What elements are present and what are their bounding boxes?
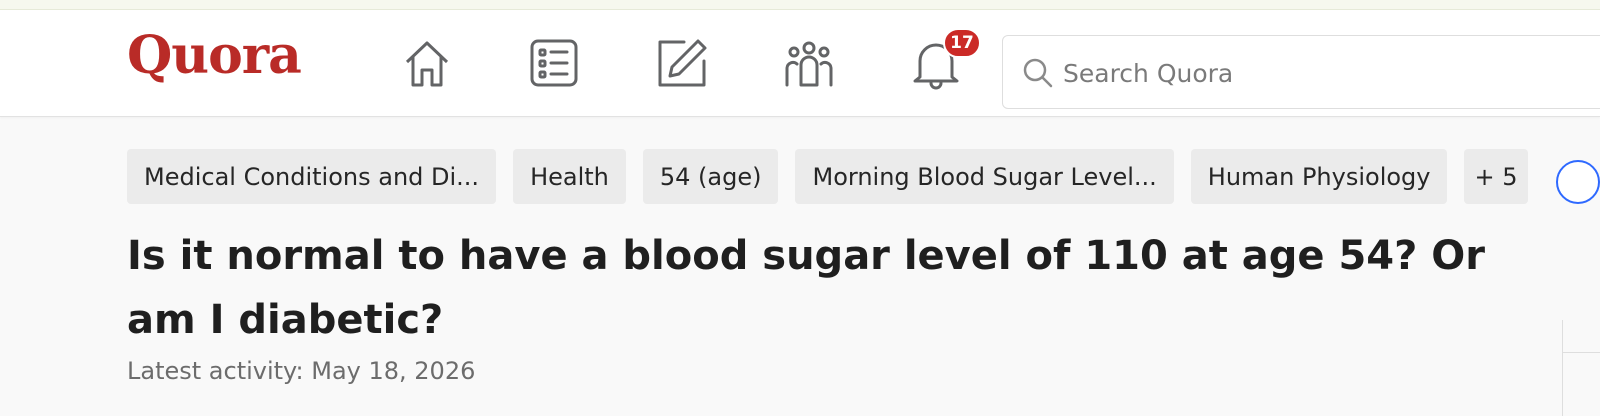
top-navigation-bar: Quora 17 Search Quora	[0, 10, 1600, 117]
spaces-people-icon[interactable]	[781, 35, 837, 91]
notification-count-badge: 17	[943, 28, 981, 58]
more-topics-button[interactable]: + 5	[1464, 149, 1528, 204]
topic-tag[interactable]: Morning Blood Sugar Level...	[795, 149, 1174, 204]
sidebar-panel-edge	[1562, 320, 1600, 416]
search-icon	[1023, 58, 1053, 88]
home-icon[interactable]	[399, 35, 455, 91]
sidebar-avatar-partial[interactable]	[1556, 160, 1600, 204]
browser-top-strip	[0, 0, 1600, 10]
following-list-icon[interactable]	[526, 35, 582, 91]
quora-logo[interactable]: Quora	[127, 30, 302, 82]
latest-activity: Latest activity: May 18, 2026	[127, 357, 476, 385]
question-title: Is it normal to have a blood sugar level…	[127, 233, 1485, 343]
search-input[interactable]	[1063, 54, 1563, 92]
topic-tag[interactable]: 54 (age)	[642, 149, 779, 204]
answer-pencil-icon[interactable]	[654, 35, 710, 91]
sidebar-divider	[1562, 352, 1600, 353]
topic-tag[interactable]: Medical Conditions and Di...	[127, 149, 497, 204]
topic-tags-row: Medical Conditions and Di... Health 54 (…	[127, 149, 1528, 204]
search-box[interactable]	[1002, 35, 1600, 109]
topic-tag[interactable]: Human Physiology	[1190, 149, 1448, 204]
topic-tag[interactable]: Health	[513, 149, 626, 204]
